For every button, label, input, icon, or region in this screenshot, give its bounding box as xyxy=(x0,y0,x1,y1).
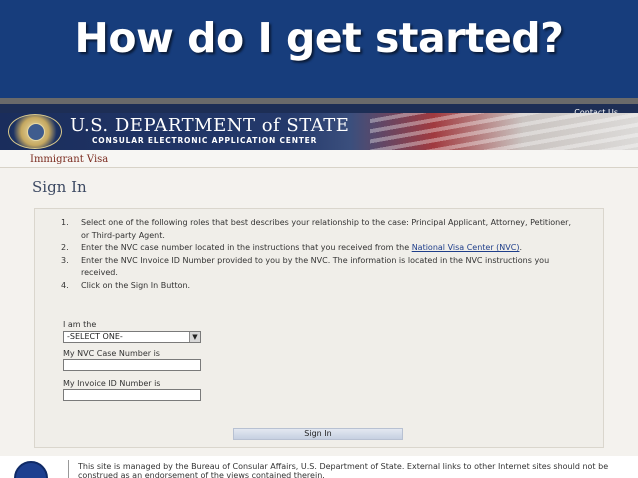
instruction-number: 4. xyxy=(61,280,69,290)
site-footer: This site is managed by the Bureau of Co… xyxy=(0,456,638,478)
consular-affairs-logo-icon xyxy=(14,461,48,478)
state-department-seal-icon xyxy=(8,114,62,149)
instruction-text: Enter the NVC Invoice ID Number provided… xyxy=(81,255,550,278)
breadcrumb[interactable]: Immigrant Visa xyxy=(30,154,108,165)
website-screenshot: Contact Us U.S. DEPARTMENT of STATE CONS… xyxy=(0,98,638,478)
utility-bar: Contact Us xyxy=(0,104,638,117)
instruction-number: 2. xyxy=(61,243,69,252)
slide-title-band: How do I get started? xyxy=(0,0,638,98)
instruction-text-end: . xyxy=(519,243,522,252)
instruction-item: 2. Enter the NVC case number located in … xyxy=(57,242,577,255)
invoice-id-input[interactable] xyxy=(63,389,201,401)
sign-in-button[interactable]: Sign In xyxy=(233,428,403,440)
role-select[interactable]: -SELECT ONE- ▼ xyxy=(63,331,201,343)
instruction-list: 1. Select one of the following roles tha… xyxy=(57,217,577,292)
instruction-text: Enter the NVC case number located in the… xyxy=(81,243,412,252)
site-banner: U.S. DEPARTMENT of STATE CONSULAR ELECTR… xyxy=(0,113,638,150)
instruction-text: Select one of the following roles that b… xyxy=(81,218,572,240)
case-number-label: My NVC Case Number is xyxy=(63,349,160,358)
signin-panel: 1. Select one of the following roles tha… xyxy=(34,208,604,448)
case-number-input[interactable] xyxy=(63,359,201,371)
site-subtitle: CONSULAR ELECTRONIC APPLICATION CENTER xyxy=(92,136,318,145)
role-label: I am the xyxy=(63,320,97,329)
nvc-link[interactable]: National Visa Center (NVC) xyxy=(412,243,520,252)
instruction-number: 3. xyxy=(61,255,69,265)
instruction-item: 1. Select one of the following roles tha… xyxy=(57,217,577,242)
invoice-id-label: My Invoice ID Number is xyxy=(63,379,161,388)
instruction-item: 3. Enter the NVC Invoice ID Number provi… xyxy=(57,255,577,280)
page-title: Sign In xyxy=(32,178,87,196)
breadcrumb-bar: Immigrant Visa xyxy=(0,150,638,168)
instruction-text: Click on the Sign In Button. xyxy=(81,280,191,290)
instruction-number: 1. xyxy=(61,218,69,227)
seal-eagle-icon xyxy=(27,123,45,141)
footer-disclaimer: This site is managed by the Bureau of Co… xyxy=(78,462,609,478)
department-name: U.S. DEPARTMENT of STATE xyxy=(70,115,350,136)
chevron-down-icon[interactable]: ▼ xyxy=(189,332,200,342)
footer-divider xyxy=(68,460,69,478)
instruction-item: 4. Click on the Sign In Button. xyxy=(57,280,577,293)
flag-stripes xyxy=(370,113,638,150)
slide-title: How do I get started? xyxy=(74,14,564,62)
role-select-value: -SELECT ONE- xyxy=(67,332,123,341)
